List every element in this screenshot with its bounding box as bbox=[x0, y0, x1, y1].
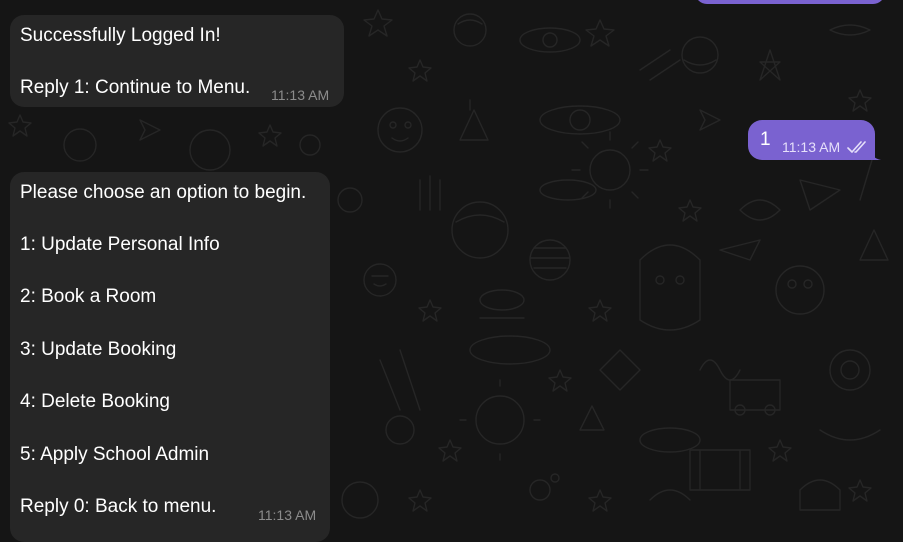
message-text: 1 bbox=[760, 129, 771, 150]
incoming-message[interactable]: Please choose an option to begin. 1: Upd… bbox=[10, 172, 330, 542]
menu-option-apply-school-admin: 5: Apply School Admin bbox=[20, 444, 210, 465]
message-text-line: Please choose an option to begin. bbox=[20, 182, 307, 203]
message-timestamp: 11:13 AM bbox=[782, 139, 841, 155]
message-timestamp: 11:13 AM bbox=[271, 87, 330, 103]
bubble-tail bbox=[869, 148, 881, 160]
menu-option-update-personal-info: 1: Update Personal Info bbox=[20, 234, 220, 255]
menu-option-book-a-room: 2: Book a Room bbox=[20, 286, 157, 307]
outgoing-message[interactable]: 1 11:13 AM bbox=[748, 120, 881, 160]
menu-option-back-to-menu: Reply 0: Back to menu. bbox=[20, 496, 217, 517]
message-text-line: Successfully Logged In! bbox=[20, 25, 221, 46]
menu-option-update-booking: 3: Update Booking bbox=[20, 339, 177, 360]
message-text-line: Reply 1: Continue to Menu. bbox=[20, 77, 251, 98]
chat-messages: Successfully Logged In! Reply 1: Continu… bbox=[0, 0, 903, 542]
incoming-message[interactable]: Successfully Logged In! Reply 1: Continu… bbox=[10, 15, 344, 107]
menu-option-delete-booking: 4: Delete Booking bbox=[20, 391, 170, 412]
double-check-icon bbox=[847, 141, 866, 153]
message-timestamp: 11:13 AM bbox=[258, 507, 317, 523]
